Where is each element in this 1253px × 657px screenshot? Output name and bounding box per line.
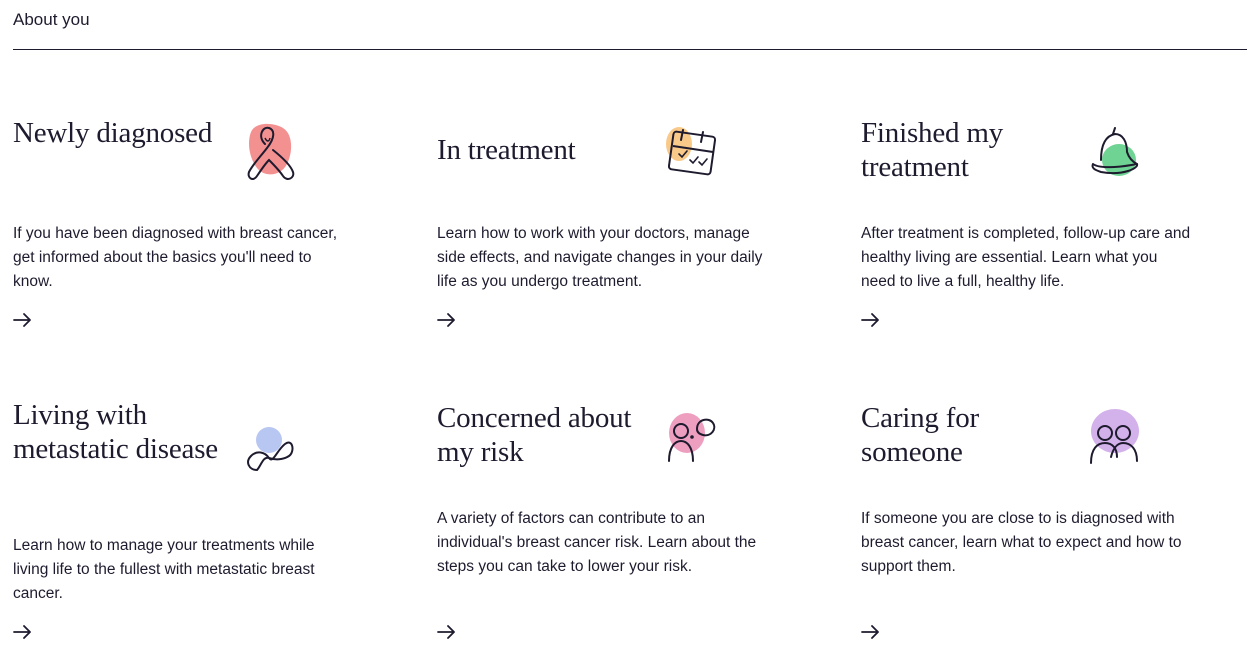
arrow-right-icon[interactable]	[13, 624, 35, 642]
card-newly-diagnosed[interactable]: Newly diagnosed If you have been diagnos…	[13, 116, 363, 327]
card-in-treatment[interactable]: In treatment Learn how to work with your…	[437, 127, 787, 327]
card-description: Learn how to manage your treatments whil…	[13, 537, 315, 602]
card-title[interactable]: Living with metastatic disease	[13, 398, 223, 466]
card-title[interactable]: Caring for someone	[861, 401, 1071, 469]
two-people-icon	[1087, 403, 1147, 469]
arrow-right-icon[interactable]	[437, 312, 459, 330]
header-divider	[13, 49, 1247, 50]
card-metastatic[interactable]: Living with metastatic disease Learn how…	[13, 398, 363, 639]
card-title[interactable]: In treatment	[437, 133, 647, 167]
arrow-right-icon[interactable]	[13, 312, 35, 330]
arrow-right-icon[interactable]	[861, 624, 883, 642]
card-title[interactable]: Concerned about my risk	[437, 401, 647, 469]
thinking-person-icon	[663, 407, 723, 473]
section-header: About you	[13, 10, 90, 29]
card-description: If someone you are close to is diagnosed…	[861, 510, 1182, 575]
card-finished-treatment[interactable]: Finished my treatment After treatment is…	[861, 116, 1211, 327]
card-description: After treatment is completed, follow-up …	[861, 225, 1191, 290]
infinity-icon	[241, 422, 301, 488]
card-title[interactable]: Finished my treatment	[861, 116, 1071, 184]
card-title[interactable]: Newly diagnosed	[13, 116, 223, 150]
calendar-icon	[663, 120, 723, 186]
card-description: Learn how to work with your doctors, man…	[437, 225, 763, 290]
card-description: A variety of factors can contribute to a…	[437, 510, 757, 575]
arrow-right-icon[interactable]	[861, 312, 883, 330]
arrow-right-icon[interactable]	[437, 624, 459, 642]
card-caring[interactable]: Caring for someone If someone you are cl…	[861, 401, 1211, 639]
awareness-ribbon-icon	[243, 120, 303, 186]
bell-icon	[1087, 124, 1147, 190]
card-concerned-risk[interactable]: Concerned about my risk A variety of fac…	[437, 401, 787, 639]
card-description: If you have been diagnosed with breast c…	[13, 225, 337, 290]
